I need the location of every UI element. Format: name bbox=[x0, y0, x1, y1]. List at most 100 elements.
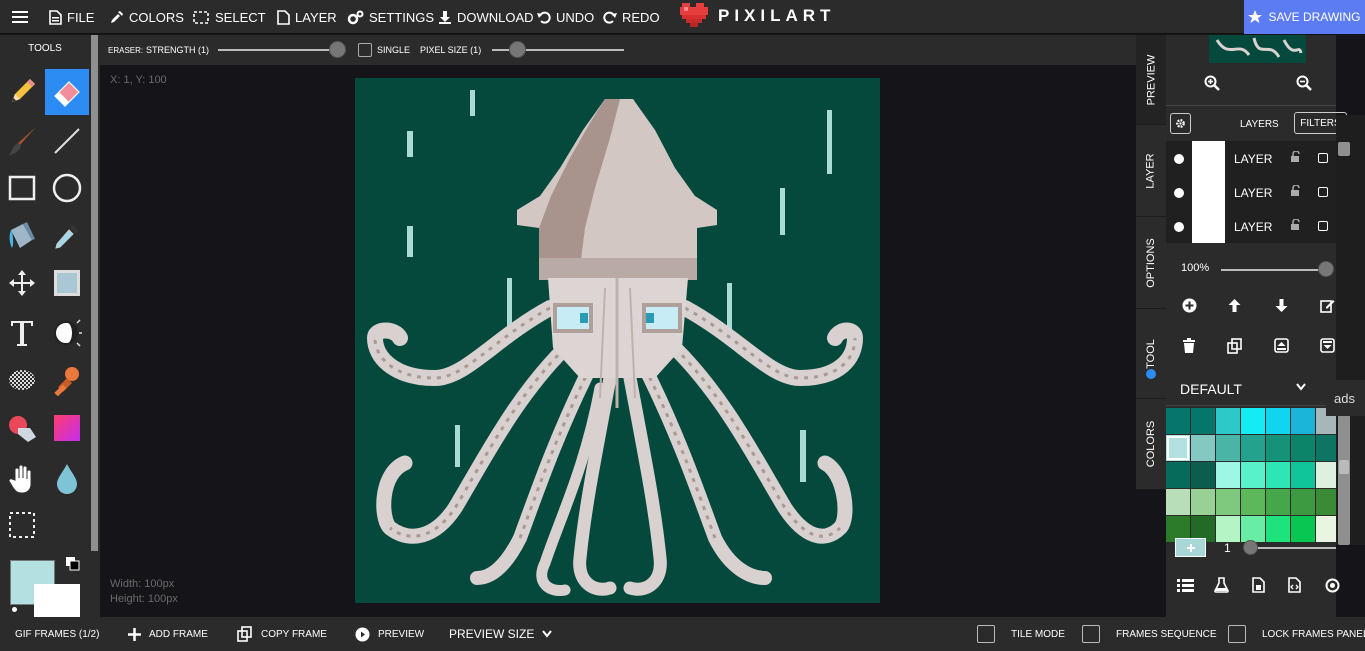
right-scrollbar[interactable] bbox=[1336, 115, 1365, 545]
lock-frames-panel-checkbox[interactable] bbox=[1228, 625, 1246, 643]
stamp-icon[interactable] bbox=[45, 357, 89, 403]
layer-select-checkbox[interactable] bbox=[1318, 153, 1328, 163]
layer-visibility-dot[interactable] bbox=[1174, 222, 1184, 232]
drawing-canvas[interactable] bbox=[355, 78, 880, 603]
pixel-size-slider-knob[interactable] bbox=[509, 41, 526, 58]
eyedropper-icon[interactable] bbox=[45, 213, 89, 259]
file-menu[interactable]: FILE bbox=[49, 0, 94, 34]
lock-icon[interactable] bbox=[1290, 219, 1302, 231]
layer-row[interactable]: LAYER 38 bbox=[1166, 175, 1336, 209]
scrollbar-thumb[interactable] bbox=[1338, 415, 1350, 545]
preview-size-select[interactable]: PREVIEW SIZE bbox=[449, 617, 553, 651]
palette-color-swatch[interactable] bbox=[1216, 435, 1240, 461]
text-icon[interactable] bbox=[0, 310, 44, 356]
colors-menu[interactable]: COLORS bbox=[109, 0, 184, 34]
layer-settings-button[interactable] bbox=[1170, 113, 1191, 134]
add-color-button[interactable] bbox=[1175, 538, 1206, 557]
tab-options[interactable]: OPTIONS bbox=[1136, 217, 1166, 309]
palette-color-swatch[interactable] bbox=[1166, 462, 1190, 488]
palette-color-swatch[interactable] bbox=[1241, 408, 1265, 434]
lock-frames-panel-toggle[interactable]: LOCK FRAMES PANEL bbox=[1228, 617, 1365, 651]
list-icon[interactable] bbox=[1177, 578, 1194, 598]
palette-color-swatch[interactable] bbox=[1166, 489, 1190, 515]
strength-slider-knob[interactable] bbox=[329, 41, 346, 58]
palette-color-swatch[interactable] bbox=[1191, 462, 1215, 488]
palette-color-swatch[interactable] bbox=[1266, 435, 1290, 461]
gradient-icon[interactable] bbox=[45, 405, 89, 451]
palette-color-swatch[interactable] bbox=[1291, 489, 1315, 515]
palette-color-swatch[interactable] bbox=[1191, 408, 1215, 434]
brush-icon[interactable] bbox=[0, 118, 44, 164]
lock-icon[interactable] bbox=[1290, 151, 1302, 163]
move-icon[interactable] bbox=[0, 260, 44, 306]
palette-color-swatch[interactable] bbox=[1291, 408, 1315, 434]
copy-frame-button[interactable]: COPY FRAME bbox=[237, 617, 327, 651]
hand-icon[interactable] bbox=[0, 455, 44, 501]
tools-scrollbar[interactable] bbox=[91, 35, 98, 551]
layer-menu[interactable]: LAYER bbox=[277, 0, 337, 34]
zoom-out-icon[interactable] bbox=[1296, 75, 1312, 96]
preview-button[interactable]: PREVIEW bbox=[355, 617, 424, 651]
undo-button[interactable]: UNDO bbox=[537, 0, 594, 34]
add-layer-icon[interactable] bbox=[1182, 298, 1197, 318]
gif-frames-label[interactable]: GIF FRAMES (1/2) bbox=[15, 617, 99, 651]
palette-color-swatch[interactable] bbox=[1291, 462, 1315, 488]
tab-layer[interactable]: LAYER bbox=[1136, 125, 1166, 217]
redo-button[interactable]: REDO bbox=[603, 0, 660, 34]
lighten-icon[interactable] bbox=[45, 310, 89, 356]
edit-layer-icon[interactable] bbox=[1320, 298, 1335, 318]
layer-visibility-dot[interactable] bbox=[1174, 188, 1184, 198]
dither-icon[interactable] bbox=[0, 357, 44, 403]
add-frame-button[interactable]: ADD FRAME bbox=[128, 617, 208, 651]
palette-color-swatch[interactable] bbox=[1241, 435, 1265, 461]
move-layer-up-icon[interactable] bbox=[1227, 298, 1242, 318]
select-icon[interactable] bbox=[0, 502, 44, 548]
palette-color-swatch[interactable] bbox=[1166, 435, 1190, 461]
palette-color-swatch[interactable] bbox=[1216, 489, 1240, 515]
palette-color-swatch[interactable] bbox=[1291, 516, 1315, 542]
bucket-icon[interactable] bbox=[0, 213, 44, 259]
layer-row[interactable]: LAYER 39 bbox=[1166, 141, 1336, 175]
tab-colors[interactable]: COLORS bbox=[1136, 399, 1166, 490]
palette-color-swatch[interactable] bbox=[1216, 462, 1240, 488]
eraser-icon[interactable] bbox=[45, 69, 89, 115]
lock-icon[interactable] bbox=[1290, 185, 1302, 197]
import-palette-icon[interactable] bbox=[1252, 577, 1265, 598]
code-file-icon[interactable] bbox=[1288, 577, 1301, 598]
layer-select-checkbox[interactable] bbox=[1318, 187, 1328, 197]
palette-color-swatch[interactable] bbox=[1216, 408, 1240, 434]
merge-up-icon[interactable] bbox=[1274, 338, 1289, 358]
layer-visibility-dot[interactable] bbox=[1174, 154, 1184, 164]
palette-color-swatch[interactable] bbox=[1191, 435, 1215, 461]
color-replace-icon[interactable] bbox=[45, 260, 89, 306]
brush-size-slider[interactable] bbox=[1246, 547, 1336, 549]
frames-sequence-checkbox[interactable] bbox=[1082, 625, 1100, 643]
ellipse-icon[interactable] bbox=[45, 165, 89, 211]
drop-icon[interactable] bbox=[45, 455, 89, 501]
rectangle-icon[interactable] bbox=[0, 165, 44, 211]
palette-color-swatch[interactable] bbox=[1241, 462, 1265, 488]
tab-preview[interactable]: PREVIEW bbox=[1136, 35, 1166, 125]
palette-color-swatch[interactable] bbox=[1266, 462, 1290, 488]
palette-select[interactable]: DEFAULT bbox=[1166, 368, 1336, 406]
merge-down-icon[interactable] bbox=[1320, 338, 1335, 358]
layer-opacity-knob[interactable] bbox=[1318, 261, 1334, 277]
fill-erase-icon[interactable] bbox=[0, 405, 44, 451]
single-checkbox[interactable] bbox=[358, 43, 372, 57]
palette-color-swatch[interactable] bbox=[1291, 435, 1315, 461]
palette-color-swatch[interactable] bbox=[1266, 516, 1290, 542]
delete-layer-icon[interactable] bbox=[1182, 338, 1196, 358]
layer-row[interactable]: LAYER 34 bbox=[1166, 209, 1336, 243]
palette-color-swatch[interactable] bbox=[1241, 489, 1265, 515]
zoom-in-icon[interactable] bbox=[1204, 75, 1220, 96]
layer-opacity-slider[interactable] bbox=[1221, 269, 1326, 271]
save-drawing-button[interactable]: SAVE DRAWING bbox=[1244, 0, 1365, 34]
download-menu[interactable]: DOWNLOAD bbox=[438, 0, 534, 34]
scrollbar-thumb[interactable] bbox=[1338, 142, 1350, 156]
tab-tool[interactable]: TOOL bbox=[1136, 309, 1166, 399]
duplicate-layer-icon[interactable] bbox=[1227, 338, 1243, 359]
select-menu[interactable]: SELECT bbox=[192, 0, 266, 34]
move-layer-down-icon[interactable] bbox=[1274, 298, 1289, 318]
palette-color-swatch[interactable] bbox=[1191, 489, 1215, 515]
secondary-color-swatch[interactable] bbox=[34, 584, 80, 618]
